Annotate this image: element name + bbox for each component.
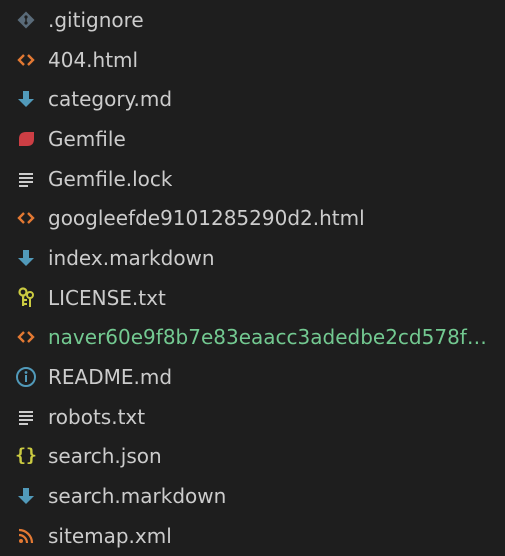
markdown-icon — [14, 484, 38, 508]
file-item-gitignore[interactable]: .gitignore — [0, 0, 505, 40]
html-icon — [14, 325, 38, 349]
file-item-index-markdown[interactable]: index.markdown — [0, 238, 505, 278]
file-item-robots-txt[interactable]: robots.txt — [0, 397, 505, 437]
file-item-sitemap-xml[interactable]: sitemap.xml — [0, 516, 505, 556]
file-name: index.markdown — [48, 245, 215, 270]
file-name: README.md — [48, 365, 173, 390]
json-icon: {} — [15, 445, 37, 467]
file-item-category-md[interactable]: category.md — [0, 79, 505, 119]
git-icon — [14, 8, 38, 32]
file-item-naver-verification-html[interactable]: naver60e9f8b7e83eaacc3adedbe2cd578f2... — [0, 318, 505, 358]
file-name: .gitignore — [48, 7, 144, 32]
markdown-icon — [14, 246, 38, 270]
file-name: search.markdown — [48, 484, 227, 509]
ruby-icon — [14, 127, 38, 151]
file-name: LICENSE.txt — [48, 285, 166, 310]
file-explorer: .gitignore 404.html category.md Gemfile — [0, 0, 505, 552]
text-lines-icon — [14, 405, 38, 429]
file-name: googleefde9101285290d2.html — [48, 206, 365, 231]
html-icon — [14, 206, 38, 230]
info-icon — [14, 365, 38, 389]
text-lines-icon — [14, 167, 38, 191]
file-name-untracked: naver60e9f8b7e83eaacc3adedbe2cd578f2... — [48, 325, 498, 350]
html-icon — [14, 48, 38, 72]
file-item-search-markdown[interactable]: search.markdown — [0, 476, 505, 516]
file-name: search.json — [48, 444, 162, 469]
rss-icon — [14, 524, 38, 548]
markdown-icon — [14, 87, 38, 111]
file-name: sitemap.xml — [48, 523, 172, 548]
file-name: 404.html — [48, 47, 139, 72]
file-name: Gemfile.lock — [48, 166, 173, 191]
file-item-search-json[interactable]: {} search.json — [0, 437, 505, 477]
file-item-readme-md[interactable]: README.md — [0, 357, 505, 397]
file-name: Gemfile — [48, 126, 126, 151]
file-item-google-verification-html[interactable]: googleefde9101285290d2.html — [0, 198, 505, 238]
file-name: robots.txt — [48, 404, 146, 429]
file-item-404-html[interactable]: 404.html — [0, 40, 505, 80]
file-name: category.md — [48, 87, 173, 112]
file-item-license-txt[interactable]: LICENSE.txt — [0, 278, 505, 318]
file-item-gemfile-lock[interactable]: Gemfile.lock — [0, 159, 505, 199]
file-item-gemfile[interactable]: Gemfile — [0, 119, 505, 159]
license-icon — [14, 286, 38, 310]
